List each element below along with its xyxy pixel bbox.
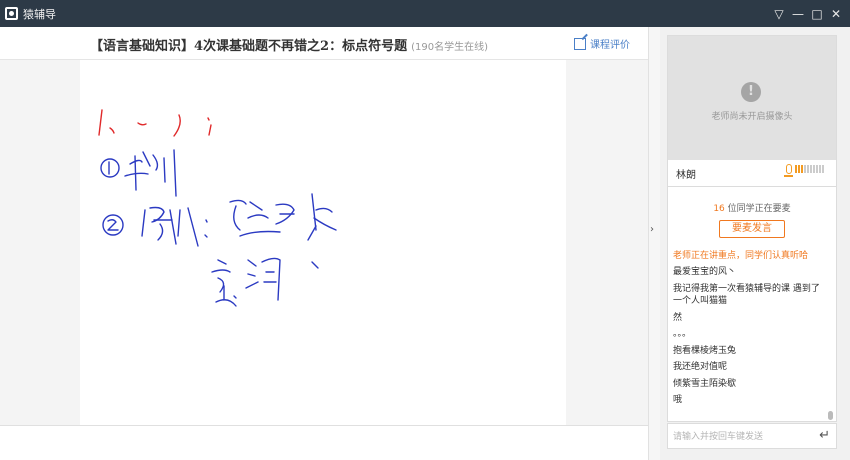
course-title-text: 【语言基础知识】4次课基础题不再错之2：标点符号题 xyxy=(90,39,408,54)
course-evaluate-label: 课程评价 xyxy=(590,40,630,51)
teacher-name: 林朗 xyxy=(676,170,696,181)
chat-input[interactable] xyxy=(673,429,803,444)
request-mic-button[interactable]: 要麦发言 xyxy=(719,220,785,238)
chat-message-list[interactable]: 最爱宝宝的风丶 我记得我第一次看猿辅导的课 遇到了一个人叫猫猫 然 。。。 抱看… xyxy=(673,266,823,411)
close-button[interactable]: ✕ xyxy=(828,6,844,22)
teacher-notice: 老师正在讲重点，同学们认真听哈 xyxy=(673,251,809,261)
sidebar: ! 老师尚未开启摄像头 林朗 16 位同学正在要麦 要麦发言 老师正在讲重点，同… xyxy=(660,27,850,460)
sidebar-divider xyxy=(648,27,660,460)
chat-message: 倾紫雪主陌染歇 xyxy=(673,378,737,389)
warning-icon: ! xyxy=(741,82,761,102)
dropdown-menu-button[interactable]: ▽ xyxy=(771,6,787,22)
lesson-area: 【语言基础知识】4次课基础题不再错之2：标点符号题 (190名学生在线) 课程评价 xyxy=(0,27,648,460)
edit-icon xyxy=(574,37,586,50)
red-ink-strokes xyxy=(98,109,212,137)
mic-queue-status: 16 位同学正在要麦 xyxy=(668,201,836,214)
mic-queue-text: 位同学正在要麦 xyxy=(727,204,791,214)
minimize-button[interactable]: — xyxy=(790,6,806,22)
whiteboard xyxy=(80,60,566,425)
chat-message: 抱看棵棱烤玉兔 xyxy=(673,345,737,356)
course-title: 【语言基础知识】4次课基础题不再错之2：标点符号题 (190名学生在线) xyxy=(90,35,488,54)
microphone-icon xyxy=(784,164,793,177)
chat-panel: 16 位同学正在要麦 要麦发言 老师正在讲重点，同学们认真听哈 最爱宝宝的风丶 … xyxy=(667,187,837,422)
teacher-camera-card: ! 老师尚未开启摄像头 林朗 xyxy=(667,35,837,187)
collapse-sidebar-icon[interactable]: › xyxy=(650,224,654,235)
chat-message: 然 xyxy=(673,312,683,323)
chat-message: 我记得我第一次看猿辅导的课 遇到了一个人叫猫猫 xyxy=(673,283,820,307)
app-logo-icon xyxy=(5,7,18,20)
lesson-header: 【语言基础知识】4次课基础题不再错之2：标点符号题 (190名学生在线) 课程评价 xyxy=(0,27,648,60)
online-count: (190名学生在线) xyxy=(411,42,488,53)
teacher-mic-level xyxy=(784,164,824,177)
mic-queue-count: 16 xyxy=(713,204,725,214)
chat-message: 哦 xyxy=(673,395,683,405)
send-icon[interactable]: ↵ xyxy=(819,428,830,443)
chat-message: 最爱宝宝的风丶 xyxy=(673,267,737,277)
title-bar: 猿辅导 ▽ — □ ✕ xyxy=(0,0,850,27)
app-title: 猿辅导 xyxy=(23,7,56,21)
lesson-footer xyxy=(0,425,648,460)
chat-scrollbar[interactable] xyxy=(828,411,833,420)
chat-message: 。。。 xyxy=(673,329,692,339)
camera-status-text: 老师尚未开启摄像头 xyxy=(711,112,793,122)
maximize-button[interactable]: □ xyxy=(809,6,825,22)
volume-meter xyxy=(795,165,824,173)
course-evaluate-button[interactable]: 课程评价 xyxy=(574,36,630,51)
window-controls: ▽ — □ ✕ xyxy=(771,6,844,22)
blue-ink-strokes xyxy=(100,149,337,307)
camera-placeholder: ! 老师尚未开启摄像头 xyxy=(668,36,836,160)
chat-input-row: ↵ xyxy=(667,423,837,449)
handwriting-canvas xyxy=(98,109,337,307)
chat-message: 我还绝对值呢 xyxy=(673,362,728,372)
